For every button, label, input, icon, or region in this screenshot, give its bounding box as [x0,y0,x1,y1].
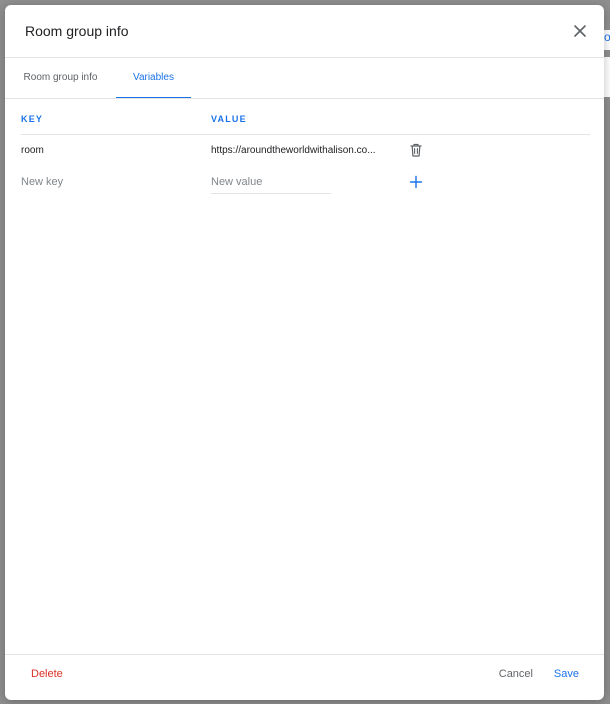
close-icon[interactable] [570,21,590,41]
delete-button[interactable]: Delete [31,668,63,680]
trash-icon[interactable] [408,142,424,158]
column-header-value: VALUE [211,114,247,124]
table-header: KEY VALUE [21,108,590,135]
tab-room-group-info[interactable]: Room group info [9,58,112,98]
variables-table: KEY VALUE room https://aroundtheworldwit… [21,108,590,201]
backdrop-link-fragment: o [604,30,610,44]
cancel-button[interactable]: Cancel [499,668,533,680]
new-value-input[interactable] [211,171,331,194]
dialog-header: Room group info [5,5,604,58]
column-header-key: KEY [21,114,44,124]
tab-bar: Room group info Variables [5,58,604,99]
room-group-dialog: Room group info Room group info Variable… [5,5,604,700]
new-variable-row [21,167,590,201]
variable-key: room [21,145,44,156]
new-key-input[interactable] [21,171,191,193]
variable-value: https://aroundtheworldwithalison.co... [211,145,376,156]
dialog-footer: Delete Cancel Save [5,654,604,700]
plus-icon[interactable] [408,174,424,190]
save-button[interactable]: Save [554,668,579,680]
table-row: room https://aroundtheworldwithalison.co… [21,135,590,167]
tab-variables[interactable]: Variables [116,58,191,98]
dialog-title: Room group info [25,23,129,39]
